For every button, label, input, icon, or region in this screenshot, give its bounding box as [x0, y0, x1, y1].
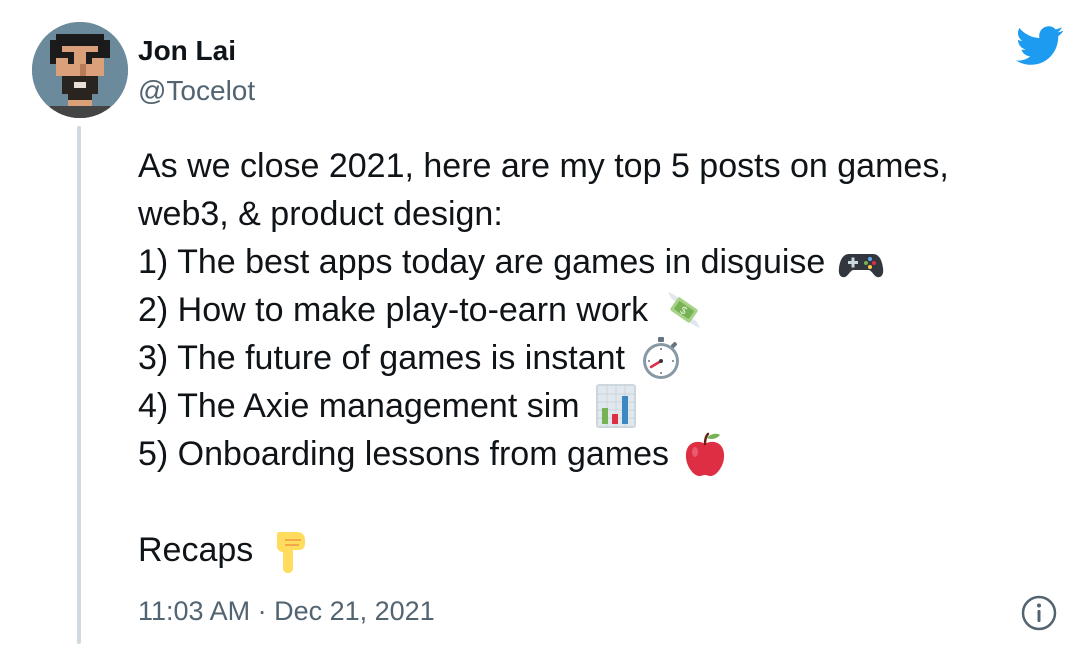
list-item-text: 1) The best apps today are games in disg… [138, 243, 826, 281]
tweet-intro-text: web3, & product design: [138, 195, 503, 233]
money-with-wings-icon: $ [660, 286, 708, 334]
author-handle[interactable]: @Tocelot [138, 74, 255, 108]
list-item-text: 4) The Axie management sim [138, 387, 580, 425]
game-controller-icon [837, 238, 885, 286]
list-item: 5) Onboarding lessons from games [138, 430, 1073, 478]
pixel-portrait-icon [32, 22, 128, 118]
avatar[interactable] [32, 22, 128, 118]
pointing-down-icon [265, 526, 313, 574]
list-item-text: 5) Onboarding lessons from games [138, 435, 670, 473]
list-item-text: 2) How to make play-to-earn work [138, 291, 649, 329]
list-item: 1) The best apps today are games in disg… [138, 238, 1073, 286]
info-icon[interactable] [1020, 594, 1058, 632]
recaps-line: Recaps [138, 526, 1073, 574]
tweet-text: As we close 2021, here are my top 5 post… [138, 142, 1073, 574]
tweet-intro-line: As we close 2021, here are my top 5 post… [138, 142, 1073, 190]
bar-chart-icon [592, 382, 640, 430]
recaps-text: Recaps [138, 531, 254, 569]
thread-line [77, 126, 81, 644]
tweet-timestamp[interactable]: 11:03 AM · Dec 21, 2021 [138, 594, 435, 628]
tweet-card: Jon Lai @Tocelot As we close 2021, here … [0, 0, 1088, 648]
twitter-bird-icon[interactable] [1016, 26, 1064, 66]
red-apple-icon [681, 430, 729, 478]
list-item: 2) How to make play-to-earn work $ [138, 286, 1073, 334]
tweet-intro-text: As we close 2021, here are my top 5 post… [138, 147, 949, 185]
list-item: 3) The future of games is instant [138, 334, 1073, 382]
stopwatch-icon [637, 334, 685, 382]
author-name[interactable]: Jon Lai [138, 34, 236, 68]
list-item-text: 3) The future of games is instant [138, 339, 625, 377]
tweet-intro-line: web3, & product design: [138, 190, 1073, 238]
list-item: 4) The Axie management sim [138, 382, 1073, 430]
